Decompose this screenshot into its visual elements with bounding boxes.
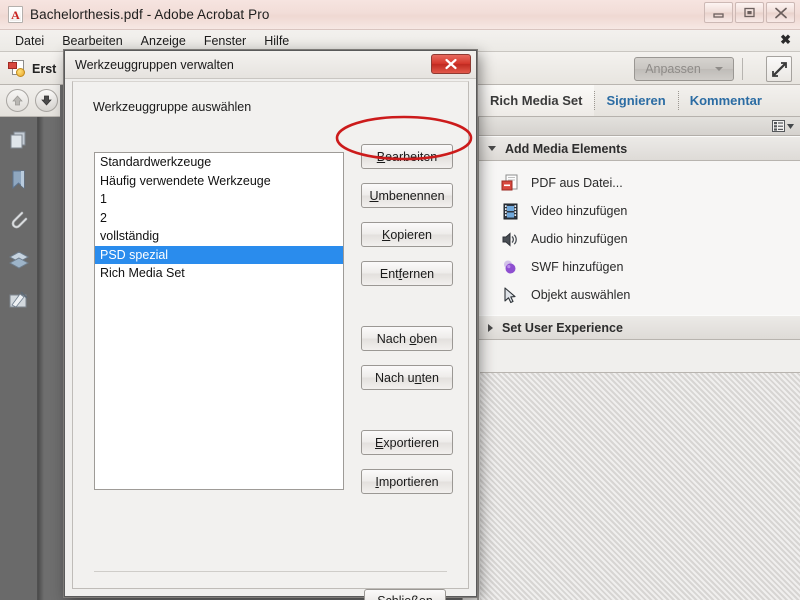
section-header-add-media-elements[interactable]: Add Media Elements <box>479 136 800 161</box>
dialog-titlebar: Werkzeuggruppen verwalten <box>65 51 476 79</box>
list-item[interactable]: Rich Media Set <box>95 264 343 283</box>
menu-label: Fenster <box>203 33 247 48</box>
tool-tabs-bar: Rich Media Set Signieren Kommentar <box>478 85 800 117</box>
dialog-footer: Schließen <box>364 589 446 600</box>
dialog-button-column: Bearbeiten Umbenennen Kopieren Entfernen… <box>361 144 453 494</box>
customize-label: Anpassen <box>645 62 701 76</box>
arrow-down-circle-icon[interactable] <box>35 89 58 112</box>
menu-fenster[interactable]: Fenster <box>195 32 255 50</box>
panel-options-icon[interactable] <box>772 120 794 132</box>
pdf-document-icon <box>8 6 23 23</box>
move-up-button[interactable]: Nach oben <box>361 326 453 351</box>
menu-anzeige[interactable]: Anzeige <box>132 32 195 50</box>
list-item-selected[interactable]: PSD spezial <box>95 245 343 264</box>
rail-shadow <box>38 117 44 600</box>
menu-hilfe[interactable]: Hilfe <box>255 32 298 50</box>
create-pdf-label: Erst <box>32 61 57 76</box>
panel-empty-hatch-area <box>480 372 800 600</box>
chevron-down-icon <box>714 67 723 71</box>
window-title: Bachelorthesis.pdf - Adobe Acrobat Pro <box>30 7 270 22</box>
import-button[interactable]: Importieren <box>361 469 453 494</box>
tab-rich-media-set[interactable]: Rich Media Set <box>478 85 595 116</box>
chevron-down-icon <box>488 146 496 151</box>
tools-signature-panel-icon[interactable] <box>8 289 30 311</box>
pages-panel-icon[interactable] <box>8 129 30 151</box>
section-header-set-user-experience[interactable]: Set User Experience <box>479 315 800 340</box>
create-pdf-button[interactable]: Erst <box>8 56 56 81</box>
menu-label: Hilfe <box>264 33 290 48</box>
tab-label: Signieren <box>606 93 666 108</box>
customize-toolbar-control[interactable]: Anpassen <box>634 57 734 81</box>
tab-label: Rich Media Set <box>490 93 583 108</box>
rename-button[interactable]: Umbenennen <box>361 183 453 208</box>
edit-button[interactable]: Bearbeiten <box>361 144 453 169</box>
toolbar-divider <box>742 58 743 80</box>
media-item-objekt-auswaehlen[interactable]: Objekt auswählen <box>479 281 800 309</box>
copy-button[interactable]: Kopieren <box>361 222 453 247</box>
tool-set-listbox[interactable]: Standardwerkzeuge Häufig verwendete Werk… <box>94 152 344 490</box>
select-object-cursor-icon <box>501 286 520 305</box>
move-down-button[interactable]: Nach unten <box>361 365 453 390</box>
list-item[interactable]: Standardwerkzeuge <box>95 153 343 172</box>
arrow-up-circle-icon[interactable] <box>6 89 29 112</box>
media-item-audio-hinzufuegen[interactable]: Audio hinzufügen <box>479 225 800 253</box>
section-title: Set User Experience <box>502 320 623 335</box>
acrobat-window: Rich Media Set Signieren Kommentar Add M… <box>0 0 800 600</box>
layers-panel-icon[interactable] <box>8 249 30 271</box>
list-item[interactable]: 2 <box>95 209 343 228</box>
list-item[interactable]: vollständig <box>95 227 343 246</box>
media-item-video-hinzufuegen[interactable]: Video hinzufügen <box>479 197 800 225</box>
panel-toolstrip <box>479 117 800 136</box>
menu-datei[interactable]: Datei <box>6 32 53 50</box>
menu-label: Anzeige <box>140 33 186 48</box>
tab-signieren[interactable]: Signieren <box>594 85 677 116</box>
add-media-elements-body: PDF aus Datei... Video hinzufügen Audio … <box>479 161 800 315</box>
tab-label: Kommentar <box>689 93 762 108</box>
media-item-label: Audio hinzufügen <box>531 232 628 246</box>
section-title: Add Media Elements <box>505 141 628 156</box>
menu-label: Datei <box>15 33 45 48</box>
navigation-pane-rail <box>0 117 38 600</box>
window-controls <box>703 2 796 23</box>
menu-bearbeiten[interactable]: Bearbeiten <box>53 32 131 50</box>
close-icon[interactable] <box>766 2 795 23</box>
media-item-label: Objekt auswählen <box>531 288 631 302</box>
media-item-pdf-aus-datei[interactable]: PDF aus Datei... <box>479 169 800 197</box>
minimize-icon[interactable] <box>704 2 733 23</box>
dialog-body: Werkzeuggruppe auswählen Standardwerkzeu… <box>72 81 469 600</box>
audio-speaker-icon <box>501 230 520 249</box>
bookmarks-panel-icon[interactable] <box>8 169 30 191</box>
window-titlebar: Bachelorthesis.pdf - Adobe Acrobat Pro <box>0 0 800 30</box>
dialog-title: Werkzeuggruppen verwalten <box>75 57 234 72</box>
chevron-right-icon <box>488 323 493 332</box>
dialog-close-icon[interactable] <box>431 54 471 74</box>
media-item-swf-hinzufuegen[interactable]: SWF hinzufügen <box>479 253 800 281</box>
attachments-panel-icon[interactable] <box>8 209 30 231</box>
list-item[interactable]: 1 <box>95 190 343 209</box>
media-item-label: Video hinzufügen <box>531 204 628 218</box>
menu-label: Bearbeiten <box>62 33 123 48</box>
swf-flash-icon <box>501 258 520 277</box>
video-icon <box>501 202 520 221</box>
pdf-from-file-icon <box>501 174 520 193</box>
dialog-separator <box>94 571 447 572</box>
close-document-icon[interactable]: ✖ <box>780 33 791 47</box>
tab-kommentar[interactable]: Kommentar <box>677 85 774 116</box>
customize-button[interactable]: Anpassen <box>634 57 734 81</box>
rich-media-panel: Add Media Elements PDF aus Datei... Vide… <box>478 117 800 600</box>
dialog-heading: Werkzeuggruppe auswählen <box>93 100 252 114</box>
media-item-label: SWF hinzufügen <box>531 260 624 274</box>
close-dialog-button[interactable]: Schließen <box>364 589 446 600</box>
media-item-label: PDF aus Datei... <box>531 176 623 190</box>
remove-button[interactable]: Entfernen <box>361 261 453 286</box>
manage-tool-sets-dialog: Werkzeuggruppen verwalten Werkzeuggruppe… <box>64 50 477 600</box>
create-pdf-icon <box>8 59 27 78</box>
menubar: Datei Bearbeiten Anzeige Fenster Hilfe ✖ <box>0 30 800 52</box>
page-navigation-group <box>0 85 60 117</box>
restore-icon[interactable] <box>735 2 764 23</box>
list-item[interactable]: Häufig verwendete Werkzeuge <box>95 172 343 191</box>
export-button[interactable]: Exportieren <box>361 430 453 455</box>
expand-arrows-icon[interactable] <box>766 56 792 82</box>
